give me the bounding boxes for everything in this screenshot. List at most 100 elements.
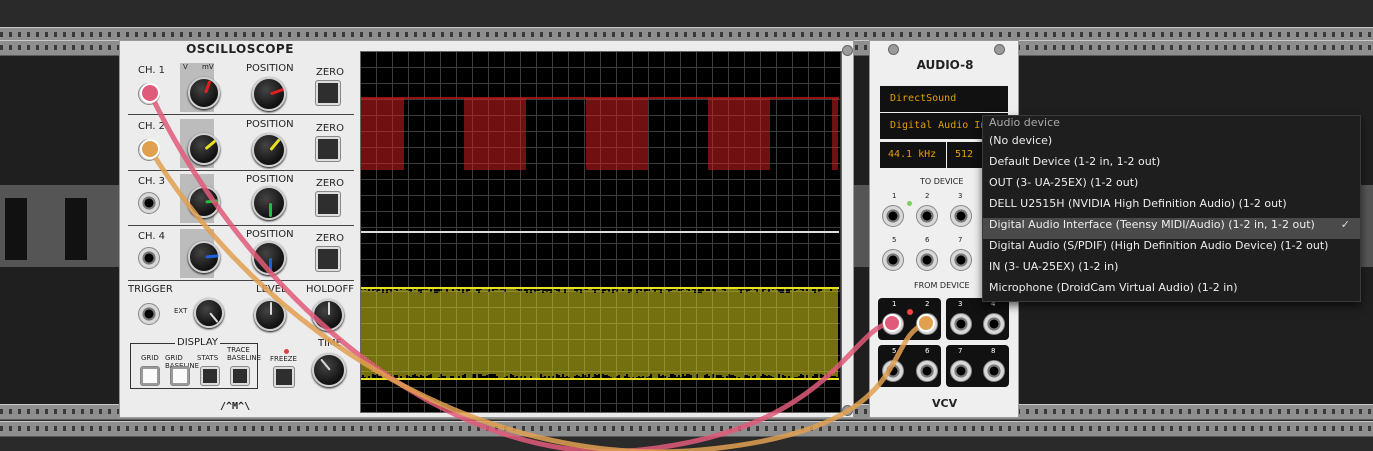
menu-item-dell-u2515h[interactable]: DELL U2515H (NVIDIA High Definition Audi… xyxy=(983,197,1360,218)
channel-1-scale-knob[interactable] xyxy=(188,77,220,109)
from-device-jack-1[interactable] xyxy=(882,313,904,335)
trigger-input-jack[interactable] xyxy=(138,303,160,325)
to-device-jack-1[interactable] xyxy=(882,205,904,227)
channel-4-label: CH. 4 xyxy=(138,231,166,242)
to-device-led-1-2 xyxy=(907,201,912,206)
stats-label: STATS xyxy=(197,354,219,362)
trigger-label: TRIGGER xyxy=(128,284,173,295)
channel-1-trace xyxy=(361,98,838,170)
channel-2-position-indicator xyxy=(269,138,281,151)
audio-title: AUDIO-8 xyxy=(916,58,974,72)
from-device-jack-2[interactable] xyxy=(916,313,938,335)
holdoff-label: HOLDOFF xyxy=(306,284,355,295)
grid-baseline-button[interactable] xyxy=(171,367,189,385)
ribbon-connector-left xyxy=(4,197,28,261)
channel-2-scale-knob[interactable] xyxy=(188,133,220,165)
channel-1-position-label: POSITION xyxy=(246,63,294,74)
bottom-rail-outer xyxy=(0,421,1373,437)
channel-4-position-label: POSITION xyxy=(246,229,294,240)
holdoff-knob[interactable] xyxy=(312,299,344,331)
to-device-label: TO DEVICE xyxy=(920,177,964,186)
channel-1-label: CH. 1 xyxy=(138,65,166,76)
channel-4-scale-indicator xyxy=(205,254,219,259)
from-device-jack-7[interactable] xyxy=(950,360,972,382)
channel-1-input-jack[interactable] xyxy=(138,83,160,105)
from-device-jack-3[interactable] xyxy=(950,313,972,335)
level-indicator xyxy=(270,302,272,315)
scope-screen[interactable] xyxy=(360,51,842,413)
menu-item-teensy-selected[interactable]: Digital Audio Interface (Teensy MIDI/Aud… xyxy=(983,218,1360,239)
oscilloscope-module[interactable]: OSCILLOSCOPE CH. 1 V mV POSITION ZERO CH… xyxy=(119,40,854,418)
level-label: LEVEL xyxy=(256,284,287,295)
menu-item-out-ua25ex[interactable]: OUT (3- UA-25EX) (1-2 out) xyxy=(983,176,1360,197)
menu-item-spdif[interactable]: Digital Audio (S/PDIF) (High Definition … xyxy=(983,239,1360,260)
to-device-jack-6[interactable] xyxy=(916,249,938,271)
channel-4-zero-button[interactable] xyxy=(316,247,340,271)
osc-screw-bottom-right xyxy=(842,405,853,416)
to-device-num-3: 3 xyxy=(958,192,963,200)
menu-header: Audio device xyxy=(989,116,1060,129)
from-device-jack-6[interactable] xyxy=(916,360,938,382)
to-device-jack-3[interactable] xyxy=(950,205,972,227)
to-device-num-7: 7 xyxy=(958,236,963,244)
to-device-num-2: 2 xyxy=(925,192,930,200)
channel-1-position-knob[interactable] xyxy=(252,77,286,111)
stats-button[interactable] xyxy=(201,367,219,385)
display-group: DISPLAY GRID GRID BASELINE STATS TRACE B… xyxy=(130,337,262,389)
menu-item-no-device[interactable]: (No device) xyxy=(983,134,1360,155)
channel-3-zero-button[interactable] xyxy=(316,192,340,216)
channel-4-zero-label: ZERO xyxy=(316,233,344,244)
to-device-num-1: 1 xyxy=(892,192,897,200)
sample-rate-display[interactable]: 44.1 kHz xyxy=(880,142,946,168)
channel-4-input-jack[interactable] xyxy=(138,247,160,269)
grid-button[interactable] xyxy=(141,367,159,385)
channel-3-row: CH. 3 POSITION ZERO xyxy=(128,172,354,226)
from-device-jack-4[interactable] xyxy=(983,313,1005,335)
scope-traces xyxy=(361,97,839,380)
vcv-brand: VCV xyxy=(932,397,958,410)
trace-baseline-label: TRACE BASELINE xyxy=(227,346,262,362)
level-knob[interactable] xyxy=(254,299,286,331)
trigger-source-knob[interactable] xyxy=(194,298,224,328)
from-device-jack-5[interactable] xyxy=(882,360,904,382)
menu-item-default-device[interactable]: Default Device (1-2 in, 1-2 out) xyxy=(983,155,1360,176)
channel-3-input-jack[interactable] xyxy=(138,192,160,214)
time-indicator xyxy=(320,359,331,371)
to-device-jack-7[interactable] xyxy=(950,249,972,271)
freeze-button[interactable] xyxy=(274,367,294,387)
time-knob[interactable] xyxy=(312,353,346,387)
channel-3-position-knob[interactable] xyxy=(252,186,286,220)
channel-3-scale-knob[interactable] xyxy=(188,186,220,218)
channel-1-position-indicator xyxy=(269,87,284,96)
to-device-num-6: 6 xyxy=(925,236,930,244)
from-device-num-1: 1 xyxy=(892,300,897,308)
menu-item-microphone-droidcam[interactable]: Microphone (DroidCam Virtual Audio) (1-2… xyxy=(983,281,1360,302)
trigger-ext-label: EXT xyxy=(174,307,188,315)
time-label: TIME xyxy=(318,338,343,349)
from-device-num-7: 7 xyxy=(958,347,963,355)
to-device-jack-5[interactable] xyxy=(882,249,904,271)
channel-4-position-indicator xyxy=(269,258,272,272)
channel-2-input-jack[interactable] xyxy=(138,139,160,161)
channel-1-row: CH. 1 V mV POSITION ZERO xyxy=(128,61,354,115)
menu-item-in-ua25ex[interactable]: IN (3- UA-25EX) (1-2 in) xyxy=(983,260,1360,281)
channel-3-scale-indicator xyxy=(205,199,219,204)
channel-3-position-label: POSITION xyxy=(246,174,294,185)
channel-2-zero-button[interactable] xyxy=(316,137,340,161)
to-device-jack-2[interactable] xyxy=(916,205,938,227)
channel-2-position-knob[interactable] xyxy=(252,133,286,167)
block-size-display[interactable]: 512 xyxy=(947,142,983,168)
driver-display[interactable]: DirectSound xyxy=(880,86,1008,112)
channel-4-scale-knob[interactable] xyxy=(188,241,220,273)
channel-1-scale-indicator xyxy=(204,80,212,94)
from-device-jack-8[interactable] xyxy=(983,360,1005,382)
audio-device-menu[interactable]: Audio device (No device) Default Device … xyxy=(982,115,1361,302)
channel-2-scale-indicator xyxy=(204,139,217,151)
channel-2-position-label: POSITION xyxy=(246,119,294,130)
check-icon: ✓ xyxy=(1340,218,1350,231)
trace-baseline-button[interactable] xyxy=(231,367,249,385)
audio-screw-top-left xyxy=(888,44,899,55)
channel-4-position-knob[interactable] xyxy=(252,241,286,275)
channel-1-zero-button[interactable] xyxy=(316,81,340,105)
channel-2-zero-label: ZERO xyxy=(316,123,344,134)
